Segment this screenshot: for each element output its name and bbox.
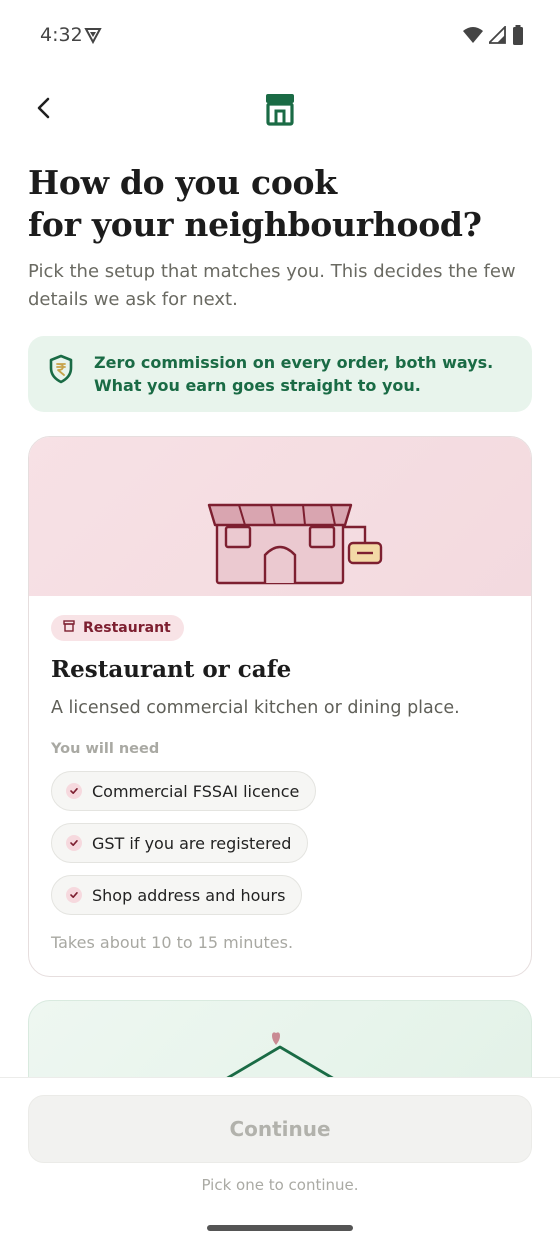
requirement-text: GST if you are registered: [92, 833, 292, 853]
continue-button[interactable]: Continue: [28, 1095, 532, 1163]
badge-label: Restaurant: [83, 620, 171, 636]
storefront-icon: [262, 92, 298, 131]
page-title-line2: for your neighbourhood?: [28, 205, 482, 244]
page-subtitle: Pick the setup that matches you. This de…: [28, 261, 516, 310]
requirement-text: Shop address and hours: [92, 885, 286, 905]
vpn-icon: [84, 26, 102, 49]
battery-icon: [512, 25, 524, 50]
option-duration: Takes about 10 to 15 minutes.: [51, 933, 294, 952]
check-icon: [66, 783, 82, 799]
requirement-text: Commercial FSSAI licence: [92, 781, 300, 801]
commission-banner: Zero commission on every order, both way…: [28, 336, 532, 412]
commission-text: Zero commission on every order, both way…: [94, 353, 494, 395]
category-badge: Restaurant: [51, 615, 184, 641]
back-button[interactable]: [28, 94, 60, 126]
signal-icon: [486, 24, 506, 49]
requirements-list: Commercial FSSAI licence GST if you are …: [51, 771, 317, 915]
home-indicator[interactable]: [207, 1225, 353, 1231]
page-title: How do you cook for your neighbourhood?: [28, 162, 528, 246]
option-description: A licensed commercial kitchen or dining …: [51, 698, 460, 718]
check-icon: [66, 887, 82, 903]
option-card-restaurant[interactable]: Restaurant Restaurant or cafe A licensed…: [28, 436, 532, 977]
check-icon: [66, 835, 82, 851]
wifi-icon: [463, 26, 483, 49]
top-nav: [0, 84, 560, 134]
store-icon: [63, 619, 75, 637]
card-hero: [29, 437, 531, 596]
status-bar: 4:32: [0, 0, 560, 72]
option-title: Restaurant or cafe: [51, 656, 292, 683]
requirement-chip: Shop address and hours: [51, 875, 303, 915]
rupee-shield-icon: [48, 354, 74, 389]
status-icons: [463, 24, 524, 50]
status-time: 4:32: [40, 24, 83, 46]
requirement-chip: GST if you are registered: [51, 823, 309, 863]
requirements-label: You will need: [51, 741, 160, 757]
bottom-panel: Continue Pick one to continue.: [0, 1077, 560, 1244]
page-title-line1: How do you cook: [28, 163, 337, 202]
continue-hint: Pick one to continue.: [201, 1176, 359, 1194]
chevron-left-icon: [36, 97, 52, 124]
requirement-chip: Commercial FSSAI licence: [51, 771, 317, 811]
restaurant-building-illustration: [207, 503, 383, 585]
